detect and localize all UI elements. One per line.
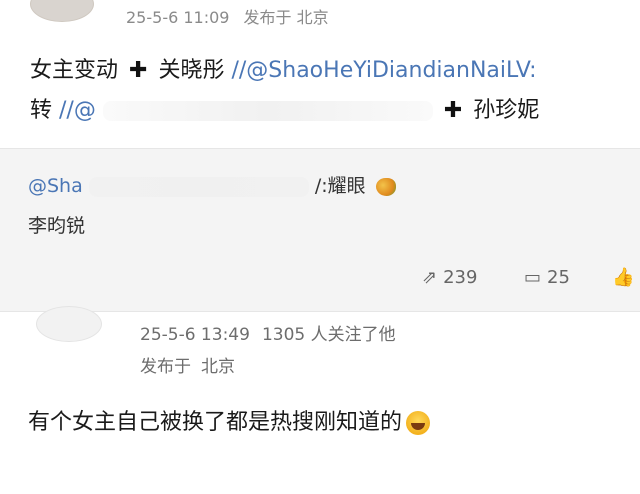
redacted-area [88, 176, 309, 197]
repost-icon: ⇗ [422, 267, 438, 288]
text-segment: 女主变动 [30, 58, 119, 83]
comment-icon: ▭ [524, 267, 542, 288]
avatar[interactable] [36, 306, 102, 342]
comment-count: 25 [547, 267, 570, 288]
repost-line-2: 李昀锐 [28, 215, 86, 237]
repost-text: /:耀眼 [314, 175, 366, 197]
post-meta: 25-5-6 13:49 1305 人关注了他 [140, 320, 396, 345]
separator: // [59, 98, 74, 123]
post-date: 25-5-6 11:09 [126, 8, 230, 27]
published-label: 发布于 [140, 357, 191, 377]
text-segment: 转 [30, 98, 53, 123]
post-text-line-2: 转 //@ ✚ 孙珍妮 [30, 92, 539, 124]
post-location-line: 发布于 北京 [140, 352, 235, 377]
redacted-area [102, 101, 433, 121]
separator: // [231, 58, 247, 83]
post-1: 25-5-6 11:09 发布于 北京 女主变动 ✚ 关晓彤 //@ShaoHeY… [0, 0, 640, 140]
mango-emoji-icon [375, 177, 396, 196]
post-text-line-1: 女主变动 ✚ 关晓彤 //@ShaoHeYiDiandianNaiLV: [30, 52, 537, 84]
post-2: 25-5-6 13:49 1305 人关注了他 发布于 北京 有个女主自己被换了都是… [0, 306, 640, 494]
user-mention-link[interactable]: @ [74, 98, 96, 123]
text-segment: 关晓彤 [158, 58, 225, 83]
repost-count-button[interactable]: ⇗ 239 [422, 267, 477, 288]
like-button[interactable]: 👍 [612, 267, 640, 288]
post-body: 有个女主自己被换了都是热搜刚知道的 [28, 404, 431, 436]
post-date: 25-5-6 13:49 [140, 325, 250, 345]
text-segment: 孙珍妮 [473, 98, 540, 123]
user-mention-link[interactable]: @Sha [28, 175, 83, 197]
repost-count: 239 [443, 267, 478, 288]
post-text: 有个女主自己被换了都是热搜刚知道的 [28, 410, 403, 435]
plus-icon: ✚ [443, 98, 463, 123]
laugh-cry-emoji-icon [406, 411, 431, 435]
post-location: 北京 [201, 357, 235, 377]
post-location: 北京 [296, 8, 329, 27]
repost-line-1: @Sha /:耀眼 [28, 171, 396, 198]
published-label: 发布于 [243, 8, 292, 27]
plus-icon: ✚ [129, 58, 148, 83]
post-meta: 25-5-6 11:09 发布于 北京 [126, 4, 329, 28]
like-icon: 👍 [612, 267, 635, 288]
user-mention-link[interactable]: @ShaoHeYiDiandianNaiLV: [246, 58, 536, 83]
reposted-block[interactable]: @Sha /:耀眼 李昀锐 ⇗ 239 ▭ 25 👍 [0, 148, 640, 312]
avatar[interactable] [30, 0, 94, 22]
comment-count-button[interactable]: ▭ 25 [524, 267, 570, 288]
followers-text: 1305 人关注了他 [261, 325, 396, 345]
